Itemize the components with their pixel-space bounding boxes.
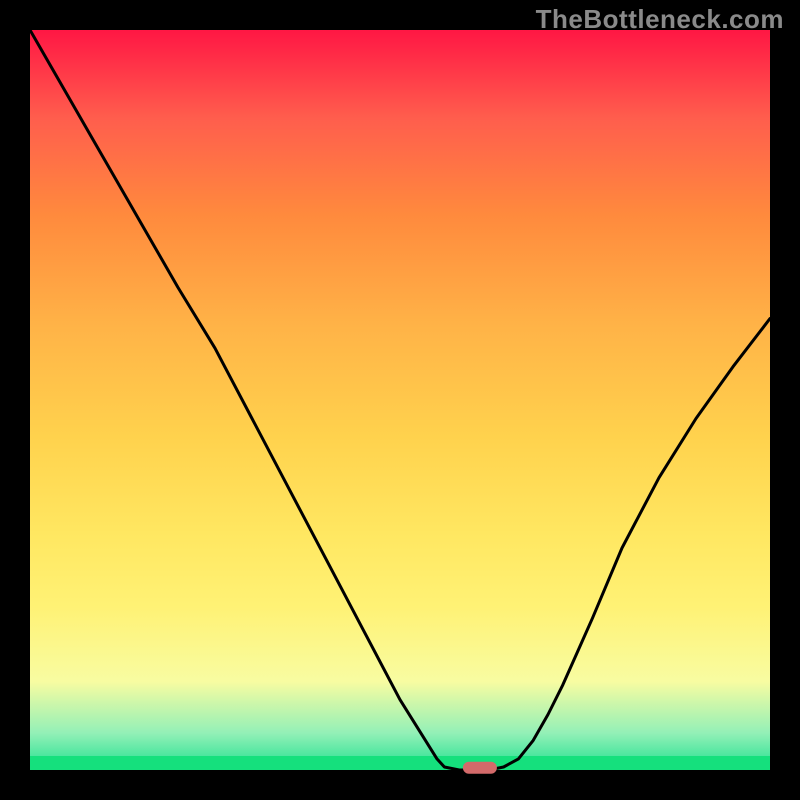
optimal-point-marker: [463, 762, 497, 774]
bottleneck-chart-svg: [0, 0, 800, 800]
chart-stage: TheBottleneck.com: [0, 0, 800, 800]
chart-green-floor: [30, 756, 770, 770]
chart-gradient-bg: [30, 30, 770, 770]
watermark-text: TheBottleneck.com: [536, 4, 784, 35]
